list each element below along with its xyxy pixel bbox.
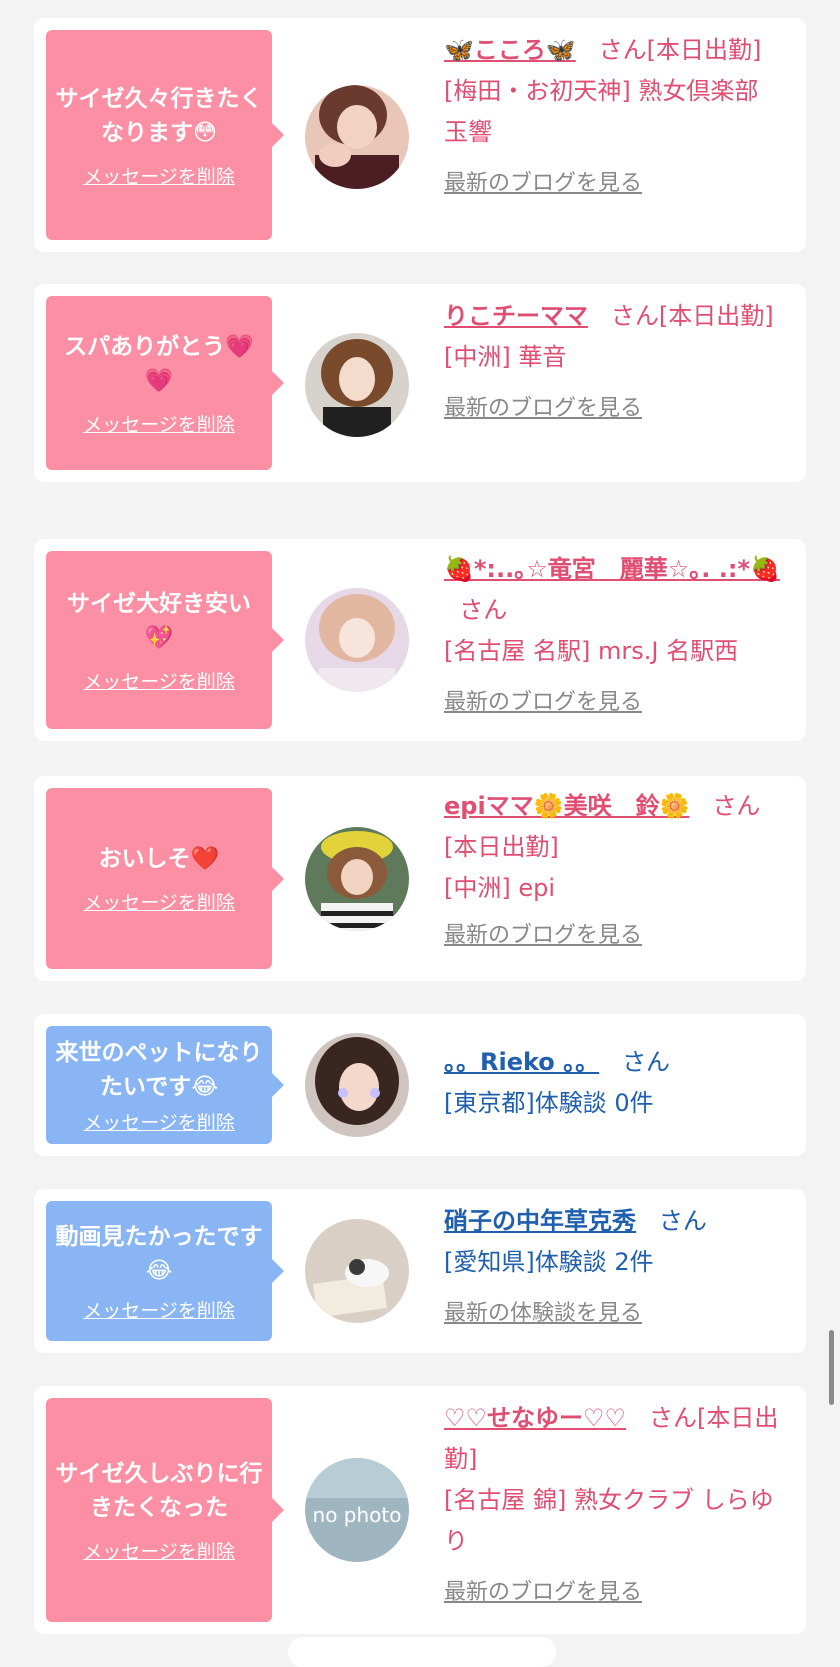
latest-blog-link[interactable]: 最新のブログを見る bbox=[444, 1572, 789, 1613]
delete-message-button[interactable]: メッセージを削除 bbox=[83, 1296, 235, 1323]
user-name-link[interactable]: りこチーママ bbox=[444, 302, 588, 330]
shop-info: [中洲] epi bbox=[444, 874, 556, 902]
user-name-link[interactable]: 。。Rieko 。。 bbox=[444, 1048, 599, 1076]
latest-review-link[interactable]: 最新の体験談を見る bbox=[444, 1293, 789, 1334]
message-text: スパありがとう💗💗 bbox=[64, 333, 254, 394]
delete-message-button[interactable]: メッセージを削除 bbox=[83, 1537, 235, 1564]
scrollbar[interactable] bbox=[829, 1330, 834, 1405]
delete-message-button[interactable]: メッセージを削除 bbox=[83, 667, 235, 694]
message-card: おいしそ❤️ メッセージを削除 epiママ🌼美咲 鈴🌼 さん [本日出勤] [中… bbox=[34, 776, 806, 981]
review-count: [愛知県]体験談 2件 bbox=[444, 1248, 654, 1276]
honorific: さん bbox=[658, 1207, 707, 1235]
latest-blog-link[interactable]: 最新のブログを見る bbox=[444, 388, 789, 429]
message-bubble: 来世のペットになりたいです😂 メッセージを削除 bbox=[46, 1026, 284, 1144]
message-bubble: おいしそ❤️ メッセージを削除 bbox=[46, 788, 284, 969]
avatar[interactable] bbox=[305, 588, 409, 692]
avatar[interactable]: no photo bbox=[305, 1458, 409, 1562]
shop-info: [名古屋 錦] 熟女クラブ しらゆり bbox=[444, 1486, 774, 1555]
shop-info: [名古屋 名駅] mrs.J 名駅西 bbox=[444, 637, 739, 665]
message-text: 来世のペットになりたいです😂 bbox=[55, 1039, 263, 1100]
honorific: さん bbox=[648, 1404, 697, 1432]
user-info: りこチーママ さん[本日出勤] [中洲] 華音 最新のブログを見る bbox=[444, 296, 789, 429]
user-info: 硝子の中年草克秀 さん [愛知県]体験談 2件 最新の体験談を見る bbox=[444, 1201, 789, 1334]
bottom-bar bbox=[288, 1637, 556, 1667]
honorific: さん bbox=[598, 36, 647, 64]
delete-message-button[interactable]: メッセージを削除 bbox=[83, 888, 235, 915]
latest-blog-link[interactable]: 最新のブログを見る bbox=[444, 915, 789, 956]
delete-message-button[interactable]: メッセージを削除 bbox=[83, 410, 235, 437]
user-name-link[interactable]: 🦋こころ🦋 bbox=[444, 36, 576, 64]
delete-message-button[interactable]: メッセージを削除 bbox=[83, 162, 235, 189]
user-info: ♡♡せなゆー♡♡ さん[本日出勤] [名古屋 錦] 熟女クラブ しらゆり 最新の… bbox=[444, 1398, 789, 1613]
attendance-status: [本日出勤] bbox=[658, 302, 774, 330]
shop-info: [中洲] 華音 bbox=[444, 343, 567, 371]
message-card: 来世のペットになりたいです😂 メッセージを削除 。。Rieko 。。 さん [東… bbox=[34, 1014, 806, 1156]
latest-blog-link[interactable]: 最新のブログを見る bbox=[444, 682, 789, 723]
message-text: 動画見たかったです😂 bbox=[55, 1223, 263, 1284]
message-bubble: スパありがとう💗💗 メッセージを削除 bbox=[46, 296, 284, 470]
message-bubble: サイゼ久しぶりに行きたくなった メッセージを削除 bbox=[46, 1398, 284, 1622]
message-text: おいしそ❤️ bbox=[98, 846, 220, 872]
message-card: スパありがとう💗💗 メッセージを削除 りこチーママ さん[本日出勤] [中洲] … bbox=[34, 284, 806, 482]
user-info: 🦋こころ🦋 さん[本日出勤] [梅田・お初天神] 熟女倶楽部 玉響 最新のブログ… bbox=[444, 30, 789, 204]
user-name-link[interactable]: epiママ🌼美咲 鈴🌼 bbox=[444, 792, 689, 820]
honorific: さん bbox=[712, 792, 761, 820]
attendance-status: [本日出勤] bbox=[444, 833, 559, 861]
message-bubble: 動画見たかったです😂 メッセージを削除 bbox=[46, 1201, 284, 1341]
review-count: [東京都]体験談 0件 bbox=[444, 1089, 654, 1117]
user-name-link[interactable]: 硝子の中年草克秀 bbox=[444, 1207, 636, 1235]
avatar[interactable] bbox=[305, 333, 409, 437]
message-text: サイゼ久しぶりに行きたくなった bbox=[55, 1460, 263, 1521]
honorific: さん bbox=[610, 302, 659, 330]
message-card: サイゼ久々行きたくなります😳 メッセージを削除 🦋こころ🦋 さん[本日出勤] [… bbox=[34, 18, 806, 252]
message-card: 動画見たかったです😂 メッセージを削除 硝子の中年草克秀 さん [愛知県]体験談… bbox=[34, 1189, 806, 1353]
message-text: サイゼ久々行きたくなります😳 bbox=[55, 85, 263, 146]
message-card: サイゼ大好き安い💖 メッセージを削除 🍓*:..｡☆竜宮 麗華☆｡. .:*🍓 … bbox=[34, 539, 806, 741]
avatar[interactable] bbox=[305, 827, 409, 931]
user-info: 🍓*:..｡☆竜宮 麗華☆｡. .:*🍓 さん [名古屋 名駅] mrs.J 名… bbox=[444, 549, 789, 723]
honorific: さん bbox=[622, 1048, 671, 1076]
message-bubble: サイゼ大好き安い💖 メッセージを削除 bbox=[46, 551, 284, 729]
avatar[interactable] bbox=[305, 1033, 409, 1137]
message-text: サイゼ大好き安い💖 bbox=[67, 590, 251, 651]
user-info: epiママ🌼美咲 鈴🌼 さん [本日出勤] [中洲] epi 最新のブログを見る bbox=[444, 786, 789, 956]
shop-info: [梅田・お初天神] 熟女倶楽部 玉響 bbox=[444, 77, 759, 146]
no-photo-text: no photo bbox=[313, 1503, 402, 1527]
attendance-status: [本日出勤] bbox=[646, 36, 762, 64]
latest-blog-link[interactable]: 最新のブログを見る bbox=[444, 163, 789, 204]
user-name-link[interactable]: 🍓*:..｡☆竜宮 麗華☆｡. .:*🍓 bbox=[444, 555, 780, 583]
delete-message-button[interactable]: メッセージを削除 bbox=[83, 1108, 235, 1135]
user-info: 。。Rieko 。。 さん [東京都]体験談 0件 bbox=[444, 1042, 789, 1124]
message-card: サイゼ久しぶりに行きたくなった メッセージを削除 no photo ♡♡せなゆー… bbox=[34, 1386, 806, 1634]
message-bubble: サイゼ久々行きたくなります😳 メッセージを削除 bbox=[46, 30, 284, 240]
user-name-link[interactable]: ♡♡せなゆー♡♡ bbox=[444, 1404, 626, 1432]
avatar[interactable] bbox=[305, 1219, 409, 1323]
honorific: さん bbox=[459, 596, 508, 624]
avatar[interactable] bbox=[305, 85, 409, 189]
